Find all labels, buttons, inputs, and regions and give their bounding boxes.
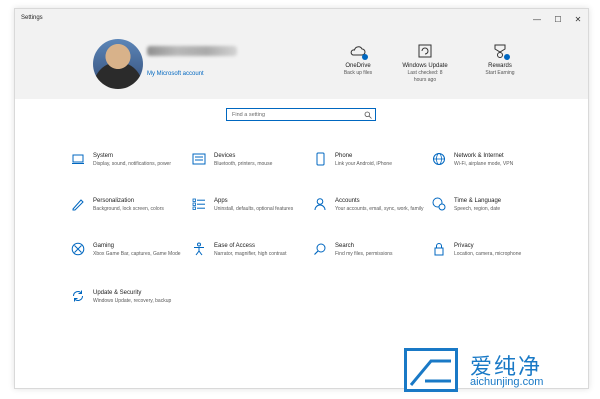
rewards-title: Rewards [488,63,512,69]
category-search[interactable]: Search Find my files, permissions [313,242,433,278]
category-description: Link your Android, iPhone [335,161,392,167]
lock-icon [432,242,446,256]
watermark-logo [404,348,458,392]
category-title: Network & Internet [454,153,504,159]
rewards-shortcut[interactable]: Rewards Start Earning [465,43,535,77]
category-description: Narrator, magnifier, high contrast [214,251,287,257]
category-apps[interactable]: Apps Uninstall, defaults, optional featu… [192,197,312,233]
category-description: Your accounts, email, sync, work, family [335,206,424,212]
rewards-subtitle: Start Earning [485,70,515,76]
person-icon [313,197,327,211]
account-header: My Microsoft account OneDrive Back up fi… [15,31,588,99]
category-ease-of-access[interactable]: Ease of Access Narrator, magnifier, high… [192,242,312,278]
close-button[interactable]: ✕ [570,13,586,27]
category-accounts[interactable]: Accounts Your accounts, email, sync, wor… [313,197,433,233]
category-title: System [93,153,114,159]
category-network-internet[interactable]: Network & Internet Wi-Fi, airplane mode,… [432,152,552,188]
time-language-icon [432,197,446,211]
windows-update-shortcut[interactable]: Windows Update Last checked: 8 hours ago [390,43,460,83]
category-update-security[interactable]: Update & Security Windows Update, recove… [71,289,191,325]
category-description: Speech, region, date [454,206,501,212]
onedrive-title: OneDrive [345,63,371,69]
windows-update-title: Windows Update [402,63,448,69]
username-redacted [147,46,237,56]
apps-list-icon [192,197,206,211]
sync-icon [71,289,85,303]
laptop-icon [71,152,85,166]
onedrive-icon [350,43,368,60]
category-description: Xbox Game Bar, captures, Game Mode [93,251,181,257]
category-title: Gaming [93,243,115,249]
category-description: Uninstall, defaults, optional features [214,206,294,212]
category-time-language[interactable]: Time & Language Speech, region, date [432,197,552,233]
category-title: Privacy [454,243,474,249]
onedrive-subtitle: Back up files [343,70,373,76]
category-phone[interactable]: Phone Link your Android, iPhone [313,152,433,188]
globe-icon [432,152,446,166]
pen-icon [71,197,85,211]
category-title: Personalization [93,198,135,204]
category-title: Phone [335,153,353,159]
maximize-button[interactable]: ☐ [550,13,566,27]
category-system[interactable]: System Display, sound, notifications, po… [71,152,191,188]
category-devices[interactable]: Devices Bluetooth, printers, mouse [192,152,312,188]
search-placeholder: Find a setting [232,112,266,118]
phone-icon [313,152,327,166]
windows-update-icon [417,43,433,59]
accessibility-icon [192,242,206,256]
category-title: Apps [214,198,228,204]
category-description: Wi-Fi, airplane mode, VPN [454,161,514,167]
title-bar[interactable]: Settings — ☐ ✕ [15,9,588,31]
microsoft-account-link[interactable]: My Microsoft account [147,71,204,77]
search-settings-input[interactable]: Find a setting [226,108,376,121]
watermark-url-text: aichunjing.com [470,376,544,388]
xbox-icon [71,242,85,256]
onedrive-shortcut[interactable]: OneDrive Back up files [323,43,393,77]
category-title: Devices [214,153,236,159]
settings-window: Settings — ☐ ✕ My Microsoft account OneD… [14,8,589,389]
category-description: Background, lock screen, colors [93,206,164,212]
category-description: Display, sound, notifications, power [93,161,172,167]
minimize-button[interactable]: — [529,13,545,27]
category-personalization[interactable]: Personalization Background, lock screen,… [71,197,191,233]
category-privacy[interactable]: Privacy Location, camera, microphone [432,242,552,278]
category-title: Accounts [335,198,360,204]
window-title: Settings [21,15,43,21]
category-description: Windows Update, recovery, backup [93,298,172,304]
category-description: Find my files, permissions [335,251,393,257]
windows-update-subtitle: Last checked: 8 hours ago [407,70,443,83]
category-description: Location, camera, microphone [454,251,522,257]
category-title: Time & Language [454,198,502,204]
search-icon [313,242,327,256]
category-title: Update & Security [93,290,142,296]
keyboard-icon [192,152,206,166]
category-description: Bluetooth, printers, mouse [214,161,273,167]
avatar[interactable] [93,39,143,89]
category-title: Search [335,243,355,249]
category-gaming[interactable]: Gaming Xbox Game Bar, captures, Game Mod… [71,242,191,278]
category-title: Ease of Access [214,243,256,249]
search-icon [364,111,372,119]
rewards-icon [492,43,510,60]
